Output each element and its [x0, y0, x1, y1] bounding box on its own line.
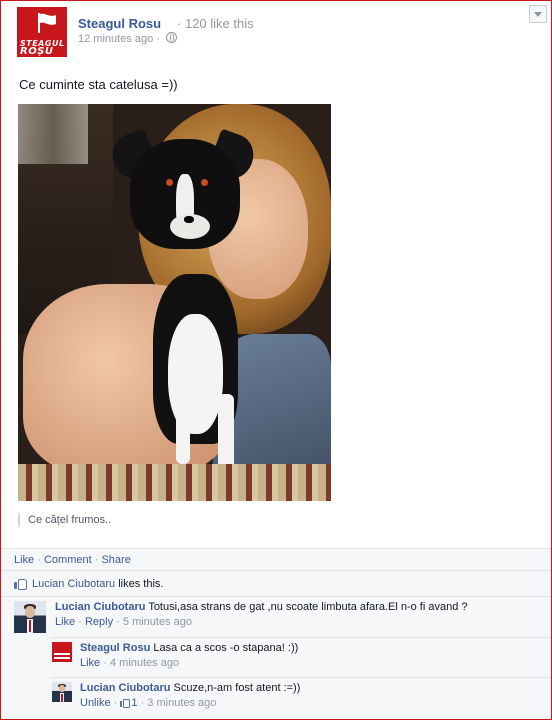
dog-nose	[184, 216, 194, 223]
likes-suffix: likes this.	[118, 578, 164, 590]
dog-eye	[166, 179, 173, 186]
comment-item: Lucian Ciubotaru Totusi,asa strans de ga…	[14, 601, 544, 637]
reply-meta: Unlike · 1 · 3 minutes ago	[80, 697, 300, 709]
facebook-post: STEAGUL ROȘU Steagul Rosu · 120 like thi…	[0, 0, 552, 720]
reply-body: Lucian Ciubotaru Scuze,n-am fost atent :…	[80, 682, 300, 709]
post-message: Ce cuminte sta catelusa =))	[19, 77, 178, 92]
thumbs-up-icon	[120, 698, 131, 708]
page-likes-count: · 120 like this	[177, 16, 254, 31]
globe-icon[interactable]	[166, 32, 178, 43]
comment-meta: Like · Reply · 5 minutes ago	[55, 616, 468, 628]
reply-timestamp[interactable]: 4 minutes ago	[110, 657, 179, 669]
liker-name-link[interactable]: Lucian Ciubotaru	[32, 578, 115, 590]
dot-separator: ·	[113, 697, 118, 709]
photo-shelf	[18, 104, 88, 164]
dog-eye	[201, 179, 208, 186]
likes-summary-row: Lucian Ciubotaru likes this.	[14, 578, 163, 590]
post-header: STEAGUL ROȘU Steagul Rosu · 120 like thi…	[17, 7, 551, 61]
dot-separator: ·	[37, 554, 41, 566]
divider	[50, 677, 551, 678]
divider	[1, 596, 551, 597]
comment-text: Totusi,asa strans de gat ,nu scoate limb…	[148, 601, 468, 613]
reply-text: Lasa ca a scos -o stapana! :))	[153, 642, 299, 654]
comment-body: Lucian Ciubotaru Totusi,asa strans de ga…	[55, 601, 468, 628]
post-photo[interactable]	[18, 104, 331, 501]
dog-leg	[176, 404, 190, 464]
avatar-logo-bar	[54, 653, 70, 655]
reply-item: Steagul Rosu Lasa ca a scos -o stapana! …	[52, 642, 547, 674]
reply-page-avatar[interactable]	[52, 642, 72, 662]
comment-reply-button[interactable]: Reply	[85, 616, 113, 628]
share-button[interactable]: Share	[101, 554, 130, 566]
avatar-head	[59, 685, 65, 692]
divider	[50, 637, 551, 638]
dot-separator: ·	[156, 33, 160, 45]
avatar-tie	[29, 620, 31, 632]
comment-like-button[interactable]: Like	[55, 616, 75, 628]
post-options-chevron-icon[interactable]	[529, 5, 547, 23]
like-count: 1	[131, 697, 138, 709]
post-meta: 12 minutes ago ·	[78, 32, 178, 45]
commenter-avatar[interactable]	[14, 601, 46, 633]
flag-logo-icon	[38, 13, 56, 33]
dot-separator: ·	[103, 657, 107, 669]
reply-like-count[interactable]: 1	[120, 697, 138, 709]
reply-item: Lucian Ciubotaru Scuze,n-am fost atent :…	[52, 682, 547, 714]
reply-unlike-button[interactable]: Unlike	[80, 697, 111, 709]
logo-text-bottom: ROȘU	[20, 46, 54, 57]
likes-summary: 120 like this	[184, 16, 254, 31]
dot-separator: ·	[177, 16, 182, 31]
reply-person-avatar[interactable]	[52, 682, 72, 702]
page-avatar[interactable]: STEAGUL ROȘU	[17, 7, 67, 57]
reply-author-link[interactable]: Steagul Rosu	[80, 642, 150, 654]
dot-separator: ·	[140, 697, 145, 709]
dot-separator: ·	[94, 554, 99, 566]
page-name-link[interactable]: Steagul Rosu	[78, 16, 161, 31]
comment-author-link[interactable]: Lucian Ciubotaru	[55, 601, 145, 613]
avatar-logo-bar	[54, 657, 70, 659]
reply-author-link[interactable]: Lucian Ciubotaru	[80, 682, 170, 694]
avatar-head	[25, 606, 35, 618]
reply-text: Scuze,n-am fost atent :=))	[173, 682, 301, 694]
like-button[interactable]: Like	[14, 554, 34, 566]
dot-separator: ·	[116, 616, 120, 628]
reply-body: Steagul Rosu Lasa ca a scos -o stapana! …	[80, 642, 298, 669]
avatar-tie	[61, 694, 63, 702]
dot-separator: ·	[78, 616, 82, 628]
reply-timestamp[interactable]: 3 minutes ago	[147, 697, 216, 709]
photo-carpet	[18, 464, 331, 501]
thumbs-up-icon	[14, 578, 27, 590]
comment-timestamp[interactable]: 5 minutes ago	[123, 616, 192, 628]
reply-like-button[interactable]: Like	[80, 657, 100, 669]
divider	[1, 570, 551, 571]
post-actions: Like · Comment · Share	[14, 554, 131, 566]
photo-caption: Ce cățel frumos..	[18, 513, 111, 527]
post-timestamp[interactable]: 12 minutes ago	[78, 33, 153, 45]
reply-meta: Like · 4 minutes ago	[80, 657, 298, 669]
comment-button[interactable]: Comment	[44, 554, 92, 566]
